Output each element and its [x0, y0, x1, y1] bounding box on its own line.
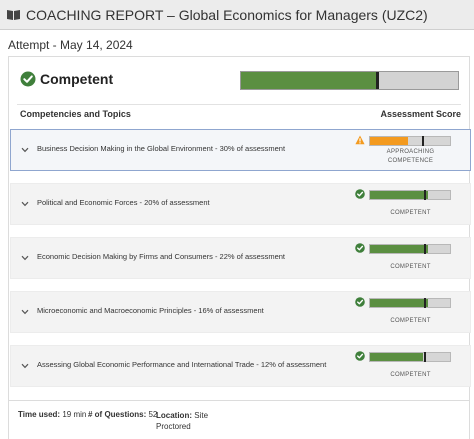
overall-result: Competent — [9, 57, 469, 103]
topic-score-marker — [422, 136, 424, 146]
topic-score-fill — [370, 191, 428, 199]
topic-score-marker — [423, 298, 426, 308]
overall-score-marker — [375, 72, 379, 89]
topic-status: COMPETENT — [353, 371, 468, 380]
location-label: Location: — [156, 411, 192, 420]
check-circle-icon — [355, 297, 365, 307]
topic-label: Political and Economic Forces - 20% of a… — [37, 198, 210, 207]
topic-score-fill — [370, 353, 423, 361]
topic-status-line2: COMPETENCE — [387, 158, 434, 164]
attempt-date: Attempt - May 14, 2024 — [8, 38, 133, 52]
topic-score-bar — [369, 298, 451, 308]
topic-status: APPROACHING COMPETENCE — [353, 148, 468, 166]
book-icon — [7, 9, 20, 20]
check-circle-icon — [355, 351, 365, 361]
topic-status-line1: APPROACHING — [386, 149, 435, 155]
topic-row[interactable]: Political and Economic Forces - 20% of a… — [10, 183, 471, 225]
question-count: # of Questions: 52 — [88, 410, 157, 419]
topic-status: COMPETENT — [353, 209, 468, 218]
topic-score-bar — [369, 190, 451, 200]
column-header-score: Assessment Score — [380, 109, 461, 119]
report-header: COACHING REPORT – Global Economics for M… — [0, 0, 474, 30]
overall-score-fill — [241, 72, 378, 89]
topic-status-line1: COMPETENT — [390, 372, 431, 378]
topic-row[interactable]: Microeconomic and Macroeconomic Principl… — [10, 291, 471, 333]
report-footer: Time used: 19 min # of Questions: 52 Loc… — [8, 400, 470, 439]
chevron-down-icon[interactable] — [21, 309, 29, 315]
column-header-topics: Competencies and Topics — [20, 109, 131, 119]
topic-row[interactable]: Business Decision Making in the Global E… — [10, 129, 471, 171]
topic-score-fill — [370, 299, 428, 307]
topic-label: Microeconomic and Macroeconomic Principl… — [37, 306, 264, 315]
topic-row[interactable]: Economic Decision Making by Firms and Co… — [10, 237, 471, 279]
topic-status: COMPETENT — [353, 317, 468, 326]
check-circle-icon — [355, 189, 365, 199]
topic-status: COMPETENT — [353, 263, 468, 272]
time-used-label: Time used: — [18, 410, 61, 419]
overall-score-bar — [240, 71, 459, 90]
topic-status-line1: COMPETENT — [390, 264, 431, 270]
location: Location: Site Proctored — [156, 410, 216, 432]
topic-score-fill — [370, 245, 428, 253]
divider — [17, 104, 461, 105]
time-used-value: 19 min — [62, 410, 87, 419]
chevron-down-icon[interactable] — [21, 363, 29, 369]
warning-icon — [355, 135, 365, 145]
report-panel: Competent Competencies and Topics Assess… — [8, 56, 471, 439]
topic-row[interactable]: Assessing Global Economic Performance an… — [10, 345, 471, 387]
topic-score-bar — [369, 352, 451, 362]
chevron-down-icon[interactable] — [21, 201, 29, 207]
topic-label: Economic Decision Making by Firms and Co… — [37, 252, 286, 261]
overall-status-label: Competent — [40, 71, 114, 87]
topic-score-marker — [423, 352, 426, 362]
check-circle-icon — [355, 243, 365, 253]
check-circle-icon — [20, 71, 36, 87]
topic-score-fill — [370, 137, 409, 145]
question-count-label: # of Questions: — [88, 410, 147, 419]
topic-score-marker — [423, 190, 426, 200]
chevron-down-icon[interactable] — [21, 255, 29, 261]
chevron-down-icon[interactable] — [21, 147, 29, 153]
topic-status-line1: COMPETENT — [390, 210, 431, 216]
topic-score-marker — [423, 244, 426, 254]
time-used: Time used: 19 min — [18, 410, 86, 419]
topic-label: Business Decision Making in the Global E… — [37, 144, 286, 153]
topic-status-line1: COMPETENT — [390, 318, 431, 324]
topic-score-bar — [369, 136, 451, 146]
report-title: COACHING REPORT – Global Economics for M… — [26, 6, 428, 23]
topic-score-bar — [369, 244, 451, 254]
topic-label: Assessing Global Economic Performance an… — [37, 360, 327, 369]
